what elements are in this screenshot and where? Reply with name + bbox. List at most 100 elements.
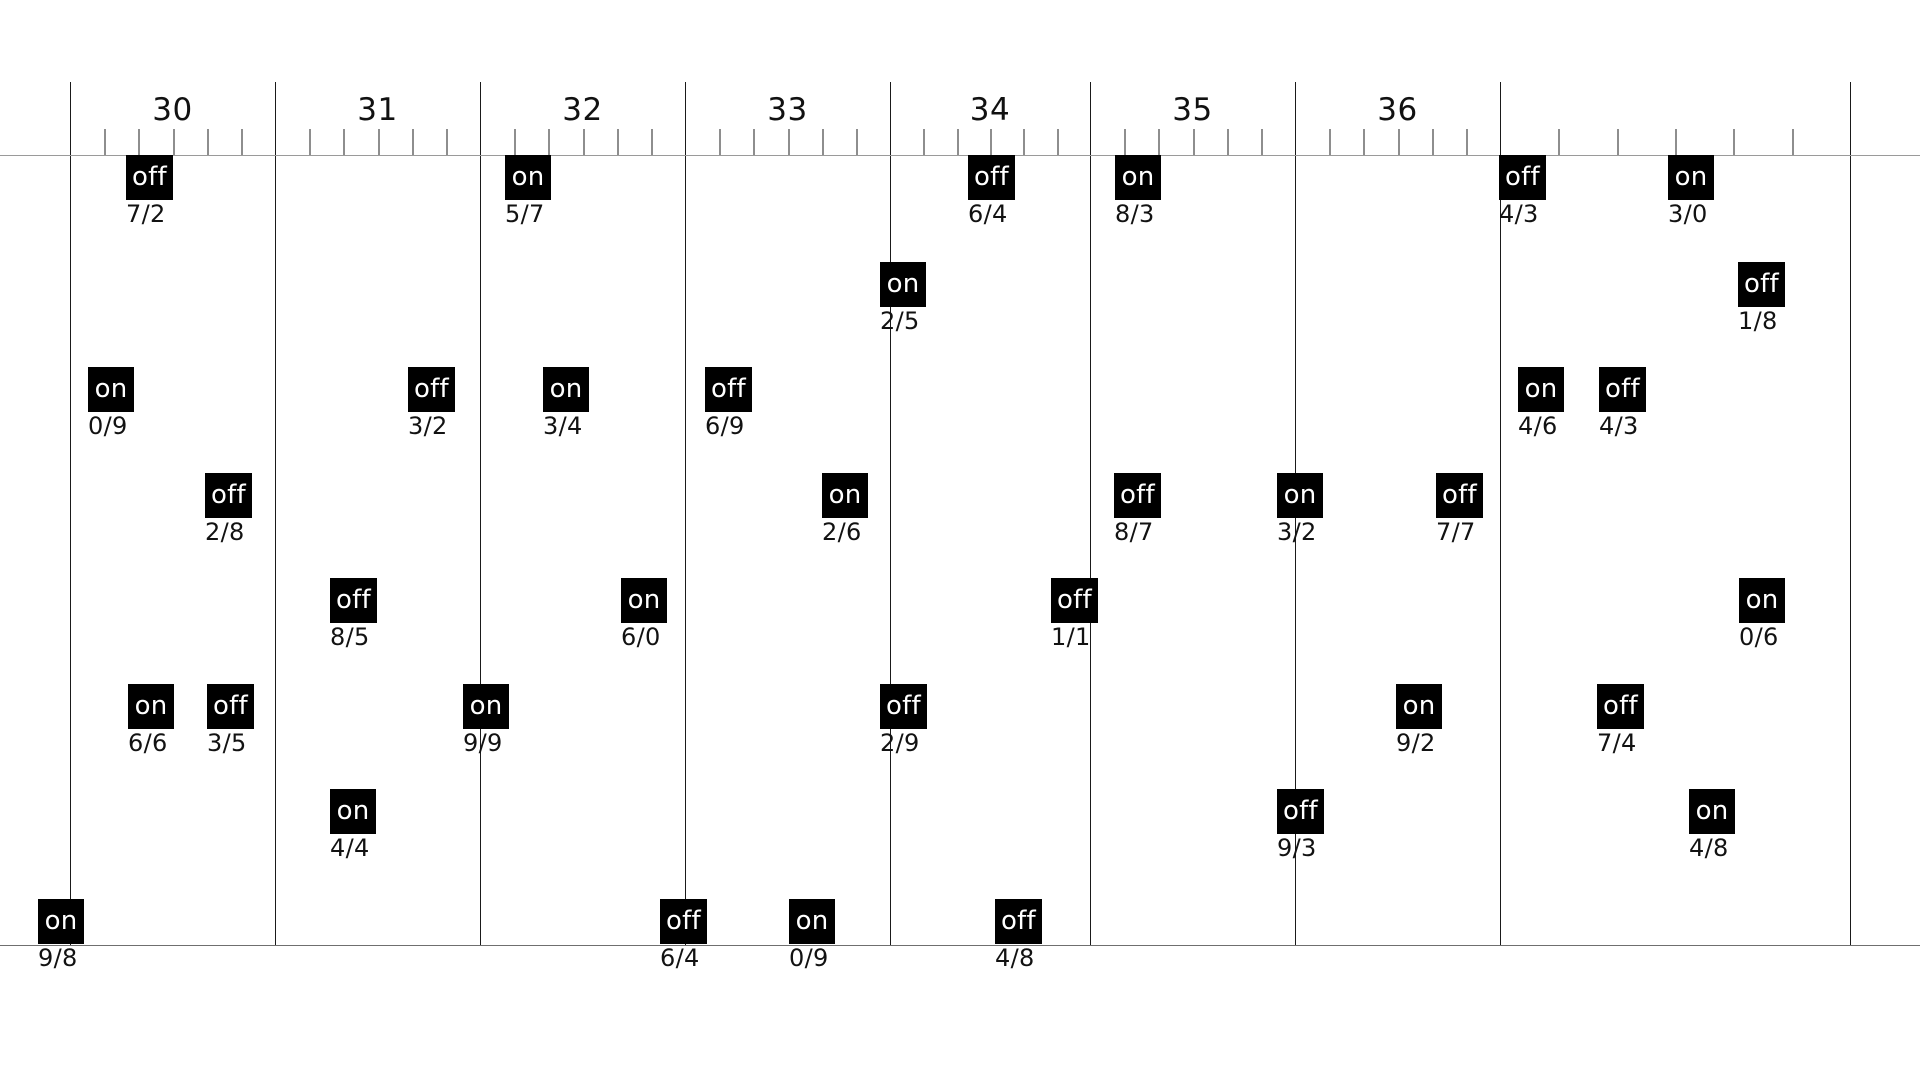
event-value-label: 6/4 xyxy=(968,200,1008,228)
period-label-30: 30 xyxy=(152,92,193,128)
event-state-badge[interactable]: off xyxy=(1051,578,1098,623)
event-value-label: 0/9 xyxy=(88,412,128,440)
minor-tick xyxy=(241,129,243,155)
event-state-badge[interactable]: off xyxy=(1599,367,1646,412)
event-value-label: 3/2 xyxy=(408,412,448,440)
event-value-label: 3/2 xyxy=(1277,518,1317,546)
minor-tick xyxy=(822,129,824,155)
minor-tick xyxy=(1363,129,1365,155)
event-state-badge[interactable]: off xyxy=(408,367,455,412)
event-state-badge[interactable]: on xyxy=(789,899,835,944)
event-state-badge[interactable]: off xyxy=(207,684,254,729)
major-gridline xyxy=(890,82,891,945)
minor-tick xyxy=(1792,129,1794,155)
major-gridline xyxy=(1090,82,1091,945)
event-value-label: 7/7 xyxy=(1436,518,1476,546)
minor-tick xyxy=(138,129,140,155)
event-value-label: 6/0 xyxy=(621,623,661,651)
event-state-badge[interactable]: on xyxy=(330,789,376,834)
event-state-badge[interactable]: on xyxy=(543,367,589,412)
event-state-badge[interactable]: off xyxy=(880,684,927,729)
event-state-badge[interactable]: on xyxy=(1115,155,1161,200)
minor-tick xyxy=(548,129,550,155)
event-state-badge[interactable]: on xyxy=(505,155,551,200)
minor-tick xyxy=(1617,129,1619,155)
event-state-badge[interactable]: off xyxy=(1114,473,1161,518)
event-value-label: 8/5 xyxy=(330,623,370,651)
event-value-label: 8/7 xyxy=(1114,518,1154,546)
timeline-chart: 30 31 32 33 34 35 36 off 7/2 on 5/7 off 6/4 on 8/3 off… xyxy=(0,0,1920,1080)
event-value-label: 2/6 xyxy=(822,518,862,546)
minor-tick xyxy=(104,129,106,155)
event-value-label: 6/9 xyxy=(705,412,745,440)
minor-tick xyxy=(788,129,790,155)
event-value-label: 7/4 xyxy=(1597,729,1637,757)
minor-tick xyxy=(1158,129,1160,155)
event-state-badge[interactable]: off xyxy=(968,155,1015,200)
event-value-label: 8/3 xyxy=(1115,200,1155,228)
minor-tick xyxy=(173,129,175,155)
minor-tick xyxy=(1398,129,1400,155)
event-value-label: 4/8 xyxy=(1689,834,1729,862)
event-value-label: 7/2 xyxy=(126,200,166,228)
minor-tick xyxy=(1466,129,1468,155)
minor-tick xyxy=(1558,129,1560,155)
minor-tick xyxy=(1261,129,1263,155)
event-state-badge[interactable]: off xyxy=(330,578,377,623)
minor-tick xyxy=(719,129,721,155)
minor-tick xyxy=(651,129,653,155)
event-state-badge[interactable]: on xyxy=(1396,684,1442,729)
event-state-badge[interactable]: off xyxy=(995,899,1042,944)
minor-tick xyxy=(1023,129,1025,155)
event-state-badge[interactable]: on xyxy=(128,684,174,729)
event-value-label: 0/6 xyxy=(1739,623,1779,651)
event-state-badge[interactable]: on xyxy=(38,899,84,944)
event-state-badge[interactable]: off xyxy=(205,473,252,518)
event-state-badge[interactable]: on xyxy=(1668,155,1714,200)
minor-tick xyxy=(446,129,448,155)
event-state-badge[interactable]: on xyxy=(1689,789,1735,834)
event-state-badge[interactable]: on xyxy=(1518,367,1564,412)
event-value-label: 4/6 xyxy=(1518,412,1558,440)
event-state-badge[interactable]: on xyxy=(822,473,868,518)
event-state-badge[interactable]: on xyxy=(621,578,667,623)
event-state-badge[interactable]: off xyxy=(1597,684,1644,729)
event-state-badge[interactable]: off xyxy=(1499,155,1546,200)
event-value-label: 9/3 xyxy=(1277,834,1317,862)
event-value-label: 4/8 xyxy=(995,944,1035,972)
event-state-badge[interactable]: off xyxy=(126,155,173,200)
minor-tick xyxy=(1733,129,1735,155)
minor-tick xyxy=(1193,129,1195,155)
event-value-label: 4/4 xyxy=(330,834,370,862)
bottom-baseline xyxy=(0,945,1920,946)
period-label-33: 33 xyxy=(767,92,808,128)
major-gridline xyxy=(685,82,686,945)
event-state-badge[interactable]: off xyxy=(660,899,707,944)
event-state-badge[interactable]: on xyxy=(1739,578,1785,623)
period-label-34: 34 xyxy=(969,92,1011,128)
minor-tick xyxy=(957,129,959,155)
event-state-badge[interactable]: on xyxy=(1277,473,1323,518)
major-gridline xyxy=(70,82,71,945)
event-state-badge[interactable]: off xyxy=(705,367,752,412)
event-value-label: 4/3 xyxy=(1599,412,1639,440)
event-state-badge[interactable]: on xyxy=(88,367,134,412)
event-value-label: 9/9 xyxy=(463,729,503,757)
minor-tick xyxy=(514,129,516,155)
minor-tick xyxy=(309,129,311,155)
event-state-badge[interactable]: off xyxy=(1277,789,1324,834)
minor-tick xyxy=(990,129,992,155)
period-label-36: 36 xyxy=(1377,92,1418,128)
event-value-label: 5/7 xyxy=(505,200,545,228)
event-state-badge[interactable]: off xyxy=(1738,262,1785,307)
minor-tick xyxy=(1329,129,1331,155)
event-state-badge[interactable]: on xyxy=(463,684,509,729)
event-value-label: 6/4 xyxy=(660,944,700,972)
event-value-label: 0/9 xyxy=(789,944,829,972)
event-state-badge[interactable]: off xyxy=(1436,473,1483,518)
top-axis-line xyxy=(0,155,1920,156)
major-gridline xyxy=(275,82,276,945)
event-value-label: 3/4 xyxy=(543,412,583,440)
minor-tick xyxy=(343,129,345,155)
event-state-badge[interactable]: on xyxy=(880,262,926,307)
